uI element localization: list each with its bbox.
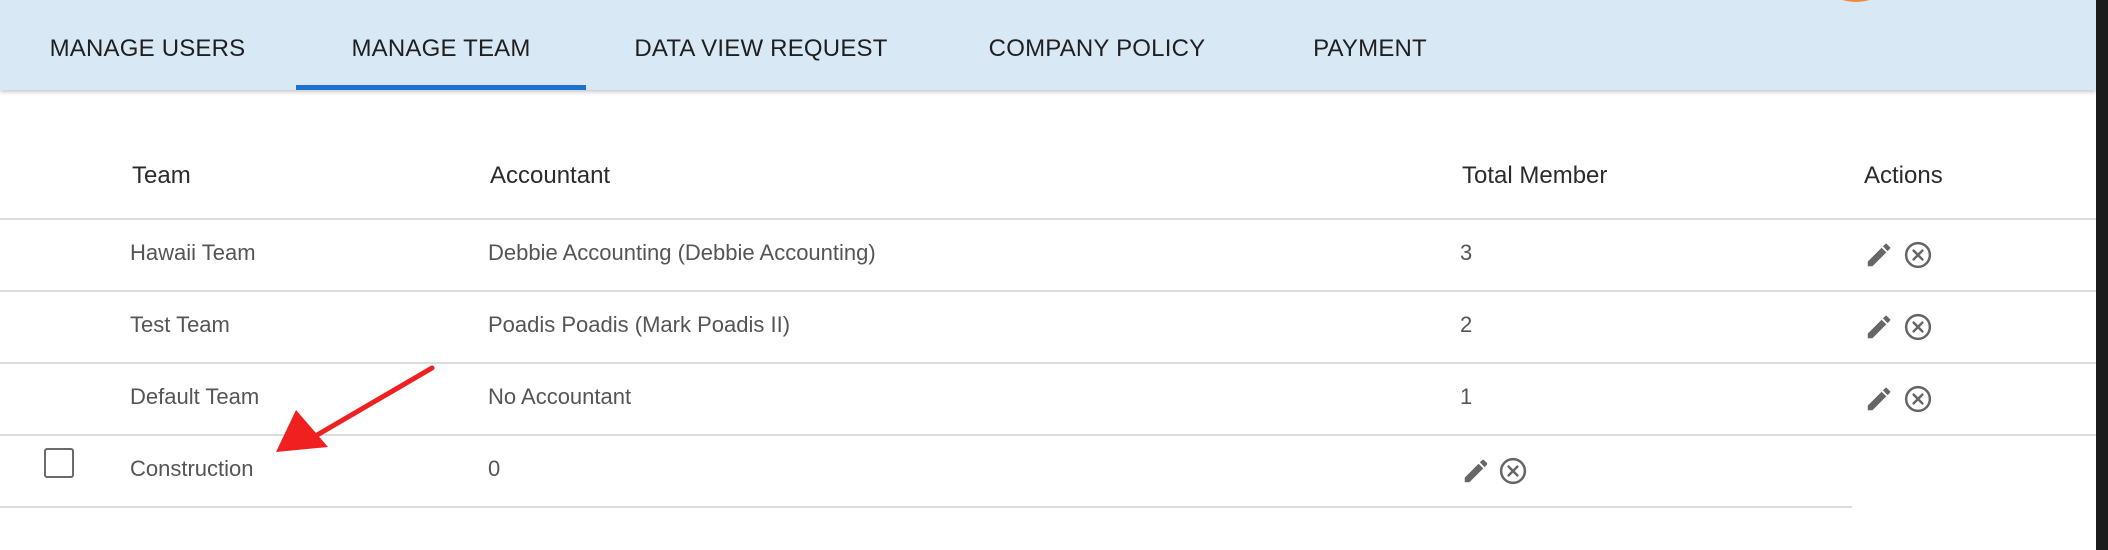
column-header-total-member[interactable]: Total Member — [1462, 162, 1607, 190]
edit-icon[interactable] — [1461, 456, 1491, 486]
row-divider — [0, 506, 1852, 508]
app-window: MANAGE USERS MANAGE TEAM DATA VIEW REQUE… — [0, 0, 2096, 550]
team-name: Hawaii Team — [130, 240, 256, 265]
tab-company-policy[interactable]: COMPANY POLICY — [978, 0, 1216, 90]
tab-payment[interactable]: PAYMENT — [1300, 0, 1440, 90]
total-member-count: 2 — [1460, 312, 1473, 337]
tab-manage-team[interactable]: MANAGE TEAM — [296, 0, 586, 90]
remove-icon[interactable] — [1498, 456, 1528, 486]
accountant-name: Poadis Poadis (Mark Poadis II) — [488, 312, 791, 337]
remove-icon[interactable] — [1903, 384, 1933, 414]
header-divider — [0, 218, 2096, 220]
team-name: Default Team — [130, 384, 260, 409]
remove-icon[interactable] — [1903, 240, 1933, 270]
total-member-count: 1 — [1460, 384, 1473, 409]
column-header-team[interactable]: Team — [132, 162, 191, 190]
edit-icon[interactable] — [1864, 312, 1894, 342]
user-avatar[interactable] — [1830, 0, 1882, 2]
top-nav: MANAGE USERS MANAGE TEAM DATA VIEW REQUE… — [0, 0, 2096, 90]
column-header-accountant[interactable]: Accountant — [490, 162, 610, 190]
team-name: Test Team — [130, 312, 230, 337]
row-divider — [0, 290, 2096, 292]
row-divider — [0, 434, 2096, 436]
row-divider — [0, 362, 2096, 364]
team-name: Construction — [130, 456, 254, 481]
tab-manage-users[interactable]: MANAGE USERS — [30, 0, 265, 90]
accountant-name: Debbie Accounting (Debbie Accounting) — [488, 240, 876, 265]
edit-icon[interactable] — [1864, 384, 1894, 414]
accountant-name: No Accountant — [488, 384, 632, 409]
tab-data-view-request[interactable]: DATA VIEW REQUEST — [630, 0, 892, 90]
row-select-checkbox[interactable] — [44, 448, 74, 478]
remove-icon[interactable] — [1903, 312, 1933, 342]
column-header-actions: Actions — [1864, 162, 1943, 189]
total-member-count: 3 — [1460, 240, 1473, 265]
edit-icon[interactable] — [1864, 240, 1894, 270]
accountant-name: 0 — [488, 456, 501, 481]
